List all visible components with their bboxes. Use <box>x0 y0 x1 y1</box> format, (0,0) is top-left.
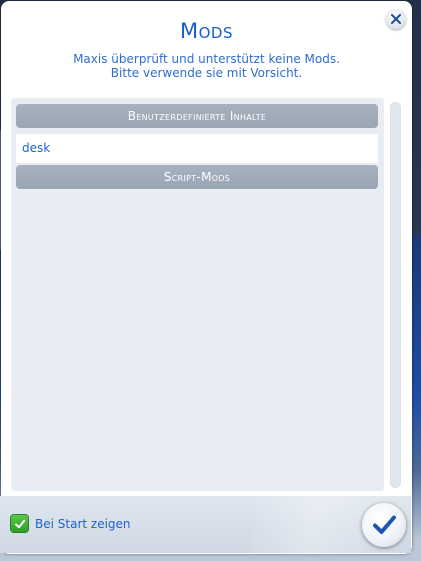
warning-text-line2: Bitte verwende sie mit Vorsicht. <box>110 66 303 80</box>
dialog-title: Mods <box>180 19 233 43</box>
show-on-start-checkbox[interactable] <box>11 515 28 532</box>
show-on-start-label[interactable]: Bei Start zeigen <box>35 516 131 532</box>
close-button[interactable] <box>386 9 406 29</box>
checkmark-icon <box>373 515 396 534</box>
mod-list-item[interactable]: desk <box>16 134 378 163</box>
checkmark-small-icon <box>14 519 25 528</box>
close-icon <box>391 14 401 24</box>
warning-text-line1: Maxis überprüft und unterstützt keine Mo… <box>73 52 340 66</box>
section-header-script-mods[interactable]: Script-Mods <box>16 165 378 189</box>
mods-list-scrollbar[interactable] <box>390 102 401 488</box>
confirm-button[interactable] <box>362 503 406 547</box>
section-header-custom-content[interactable]: Benutzerdefinierte Inhalte <box>16 104 378 128</box>
